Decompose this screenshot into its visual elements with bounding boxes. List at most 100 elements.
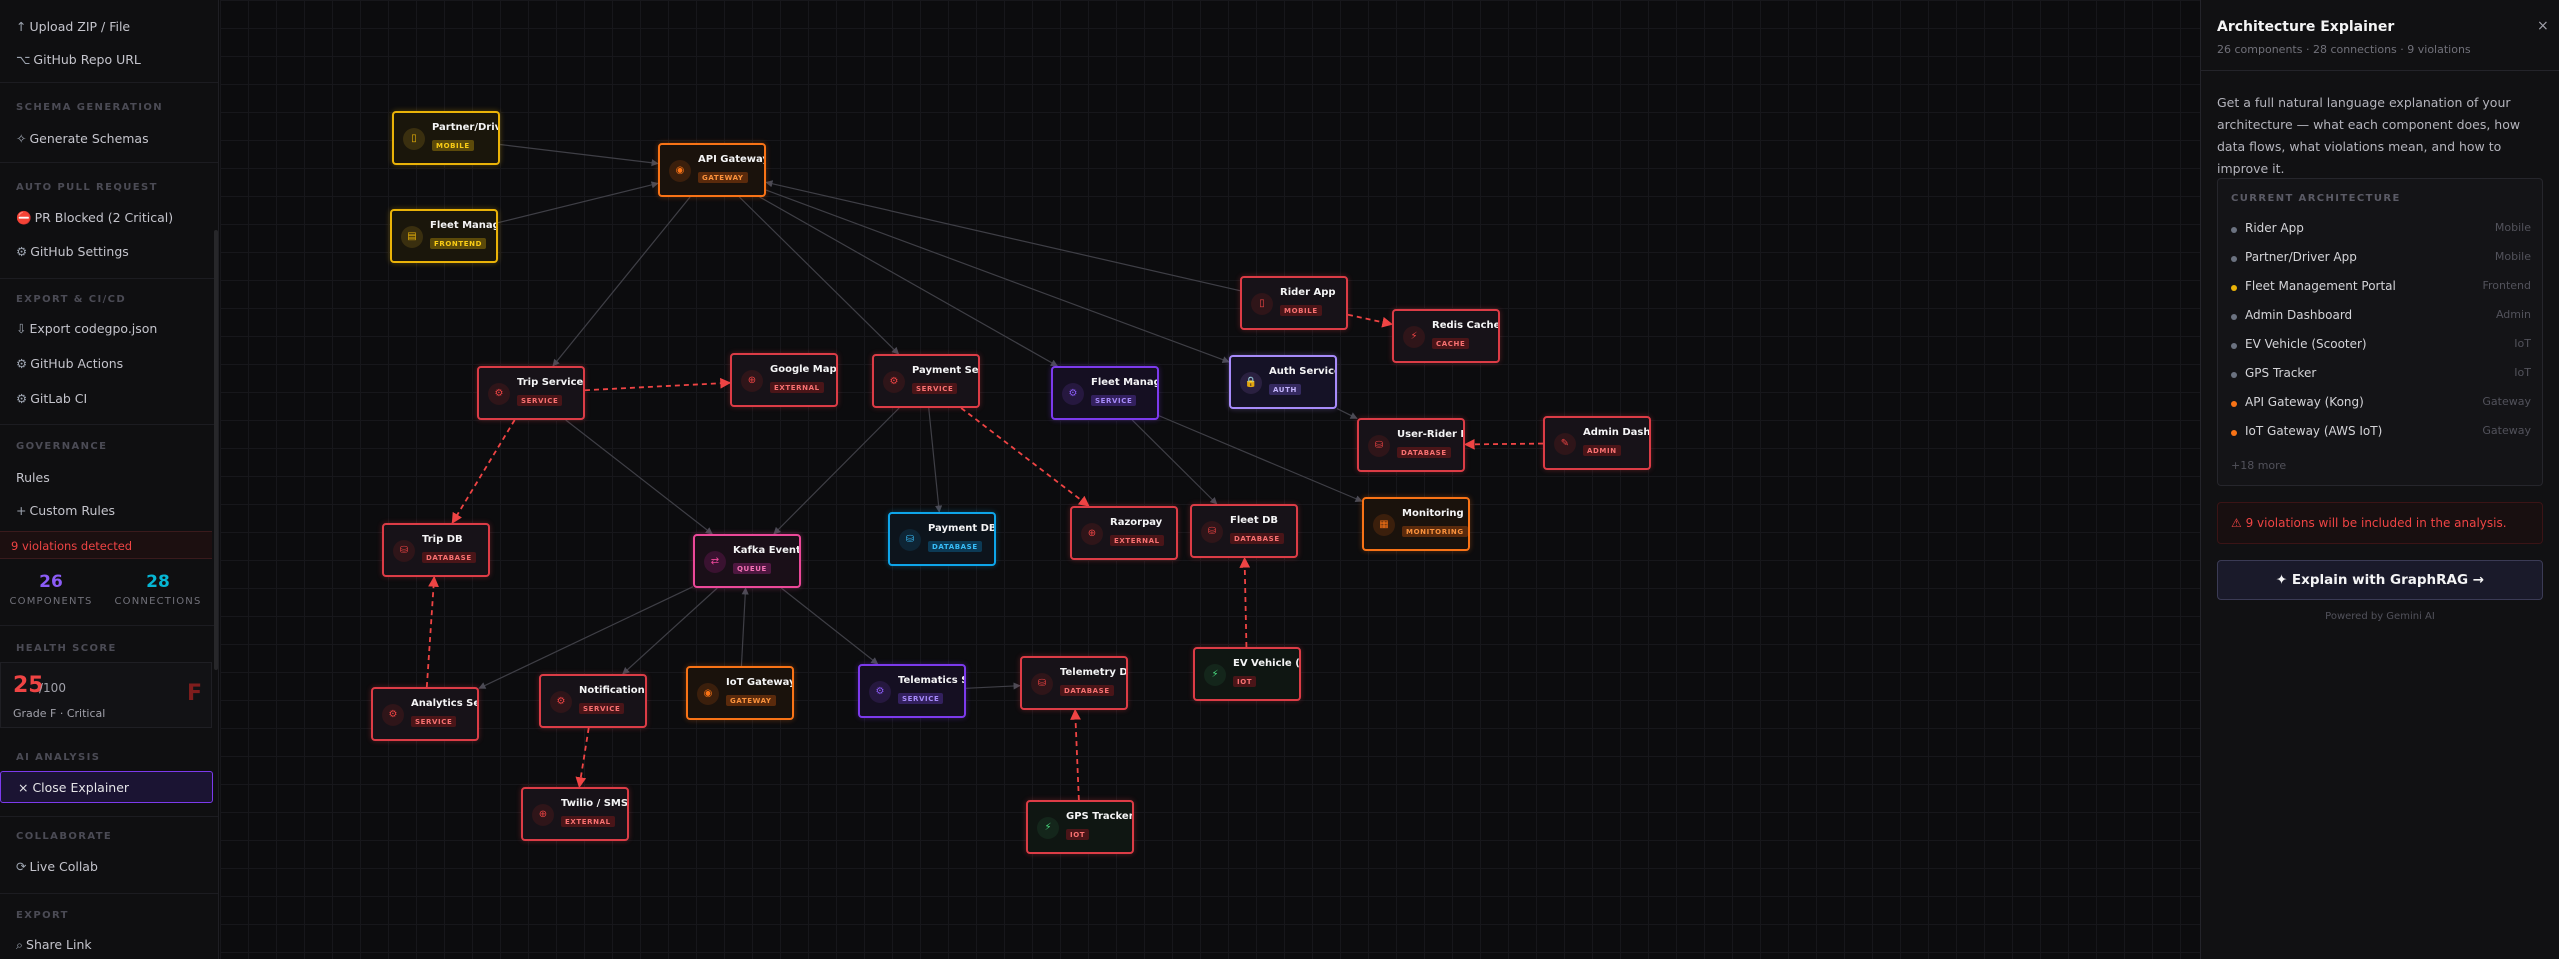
- component-list-item: Rider App Mobile: [2231, 221, 2531, 243]
- violations-warning: ⚠ 9 violations will be included in the a…: [2217, 502, 2543, 544]
- edge-payment-paydb: [928, 407, 943, 513]
- component-name: Fleet Management Portal: [2245, 279, 2396, 293]
- left-sidebar: ↑ Upload ZIP / File ⌥ GitHub Repo URL SCHE…: [0, 0, 219, 959]
- download-icon: ⇩: [16, 321, 27, 336]
- health-grade: Grade F · Critical: [13, 707, 106, 720]
- violations-banner[interactable]: 9 violations detected: [0, 531, 212, 559]
- node-gmaps[interactable]: ⊕ Google Maps A EXTERNAL: [730, 353, 838, 407]
- edge-fleetsvc-monitoring: [1158, 415, 1363, 503]
- node-payment[interactable]: ⚙ Payment Servi SERVICE: [872, 354, 980, 408]
- node-iotgw[interactable]: ◉ IoT Gateway (A GATEWAY: [686, 666, 794, 720]
- node-telemdb[interactable]: ⛁ Telemetry DB (DATABASE: [1020, 656, 1128, 710]
- node-trip[interactable]: ⚙ Trip Service SERVICE: [477, 366, 585, 420]
- node-type-badge: SERVICE: [898, 693, 944, 704]
- component-list-item: Partner/Driver App Mobile: [2231, 250, 2531, 272]
- architecture-canvas[interactable]: ▯ Partner/Driver… MOBILE ▤ Fleet Managem FRON…: [220, 0, 2200, 959]
- share-link-button[interactable]: ⌕ Share Link: [16, 937, 92, 953]
- github-repo-button[interactable]: ⌥ GitHub Repo URL: [16, 52, 141, 67]
- live-collab-button[interactable]: ⟳ Live Collab: [16, 859, 98, 874]
- node-notif[interactable]: ⚙ Notification S SERVICE: [539, 674, 647, 728]
- component-name: EV Vehicle (Scooter): [2245, 337, 2367, 351]
- node-gps[interactable]: ⚡ GPS Tracker IOT: [1026, 800, 1134, 854]
- github-actions-button[interactable]: ⚙ GitHub Actions: [16, 356, 123, 371]
- edge-iotgw-kafka: [740, 587, 749, 667]
- gear-icon: ⚙: [16, 391, 28, 406]
- panel-title: Architecture Explainer: [2217, 19, 2395, 35]
- section-export: EXPORT: [16, 910, 69, 921]
- component-name: GPS Tracker: [2245, 366, 2317, 380]
- pr-blocked-button[interactable]: ⛔ PR Blocked (2 Critical): [16, 210, 173, 226]
- node-monitoring[interactable]: ▦ Monitoring (Da MONITORING: [1362, 497, 1470, 551]
- node-paydb[interactable]: ⛁ Payment DB DATABASE: [888, 512, 996, 566]
- node-name: IoT Gateway (A: [726, 677, 792, 688]
- node-razorpay[interactable]: ⊕ Razorpay EXTERNAL: [1070, 506, 1178, 560]
- edge-apigw-auth: [765, 189, 1230, 364]
- node-icon: ⛁: [899, 529, 921, 551]
- current-architecture-card: CURRENT ARCHITECTURE Rider App Mobile Part…: [2217, 178, 2543, 486]
- component-name: Rider App: [2245, 221, 2304, 235]
- component-list-item: API Gateway (Kong) Gateway: [2231, 395, 2531, 417]
- component-list-item: IoT Gateway (AWS IoT) Gateway: [2231, 424, 2531, 446]
- node-type-badge: CACHE: [1432, 338, 1470, 349]
- close-explainer-button[interactable]: × Close Explainer: [0, 771, 213, 803]
- node-type-badge: SERVICE: [411, 716, 457, 727]
- close-icon[interactable]: ×: [2537, 18, 2549, 34]
- node-icon: ⚙: [550, 691, 572, 713]
- node-fleetdb[interactable]: ⛁ Fleet DB DATABASE: [1190, 504, 1298, 558]
- node-twilio[interactable]: ⊕ Twilio / SMS EXTERNAL: [521, 787, 629, 841]
- node-fleetportal[interactable]: ▤ Fleet Managem FRONTEND: [390, 209, 498, 263]
- node-type-badge: EXTERNAL: [561, 816, 615, 827]
- node-analytics[interactable]: ⚙ Analytics Serv SERVICE: [371, 687, 479, 741]
- node-icon: ⛁: [1031, 673, 1053, 695]
- node-userdb[interactable]: ⛁ User-Rider DB DATABASE: [1357, 418, 1465, 472]
- node-rider[interactable]: ▯ Rider App MOBILE: [1240, 276, 1348, 330]
- node-auth[interactable]: 🔒 Auth Service AUTH: [1229, 355, 1337, 409]
- node-telemsvc[interactable]: ⚙ Telematics Ser SERVICE: [858, 664, 966, 718]
- explain-graphrag-button[interactable]: ✦ Explain with GraphRAG →: [2217, 560, 2543, 600]
- gear-icon: ⚙: [16, 244, 28, 259]
- health-score-card: 25 /100 Grade F · Critical F: [0, 662, 212, 728]
- health-score-max: /100: [39, 681, 66, 695]
- upload-zip-button[interactable]: ↑ Upload ZIP / File: [16, 19, 130, 34]
- sparkle-icon: ✧: [16, 131, 27, 146]
- node-type-badge: EXTERNAL: [770, 382, 824, 393]
- divider: [0, 82, 218, 83]
- node-tripdb[interactable]: ⛁ Trip DB DATABASE: [382, 523, 490, 577]
- node-partner[interactable]: ▯ Partner/Driver… MOBILE: [392, 111, 500, 165]
- node-name: Monitoring (Da: [1402, 508, 1468, 519]
- node-fleetsvc[interactable]: ⚙ Fleet Managem SERVICE: [1051, 366, 1159, 420]
- component-type: IoT: [2514, 366, 2531, 379]
- status-dot: [2231, 256, 2237, 262]
- node-icon: ⊕: [741, 370, 763, 392]
- github-settings-button[interactable]: ⚙ GitHub Settings: [16, 244, 129, 259]
- node-admin[interactable]: ✎ Admin Dashboa ADMIN: [1543, 416, 1651, 470]
- node-apigw[interactable]: ◉ API Gateway (K GATEWAY: [658, 143, 766, 197]
- edge-kafka-notif: [622, 587, 718, 675]
- node-name: EV Vehicle (Sc: [1233, 658, 1299, 669]
- node-icon: ⚙: [488, 383, 510, 405]
- node-name: Partner/Driver…: [432, 122, 498, 133]
- link-icon: ⌕: [16, 937, 24, 952]
- node-name: Analytics Serv: [411, 698, 477, 709]
- gitlab-ci-button[interactable]: ⚙ GitLab CI: [16, 391, 87, 406]
- node-type-badge: QUEUE: [733, 563, 771, 574]
- generate-schemas-button[interactable]: ✧ Generate Schemas: [16, 131, 149, 146]
- section-collaborate: COLLABORATE: [16, 831, 113, 842]
- node-icon: ⚡: [1403, 326, 1425, 348]
- sidebar-scrollbar[interactable]: [214, 230, 218, 670]
- node-type-badge: DATABASE: [1397, 447, 1451, 458]
- custom-rules-button[interactable]: + Custom Rules: [16, 503, 115, 518]
- status-dot: [2231, 343, 2237, 349]
- more-components-link[interactable]: +18 more: [2231, 459, 2286, 472]
- edge-auth-userdb: [1336, 408, 1358, 419]
- node-icon: ⚙: [382, 704, 404, 726]
- node-redis[interactable]: ⚡ Redis Cache CACHE: [1392, 309, 1500, 363]
- node-icon: ▯: [403, 128, 425, 150]
- node-kafka[interactable]: ⇄ Kafka Event Bu QUEUE: [693, 534, 801, 588]
- component-type: Mobile: [2494, 221, 2531, 234]
- node-name: Payment DB: [928, 523, 994, 534]
- node-ev[interactable]: ⚡ EV Vehicle (Sc IOT: [1193, 647, 1301, 701]
- status-dot: [2231, 227, 2237, 233]
- rules-button[interactable]: Rules: [16, 470, 50, 485]
- export-json-button[interactable]: ⇩ Export codegpo.json: [16, 321, 157, 336]
